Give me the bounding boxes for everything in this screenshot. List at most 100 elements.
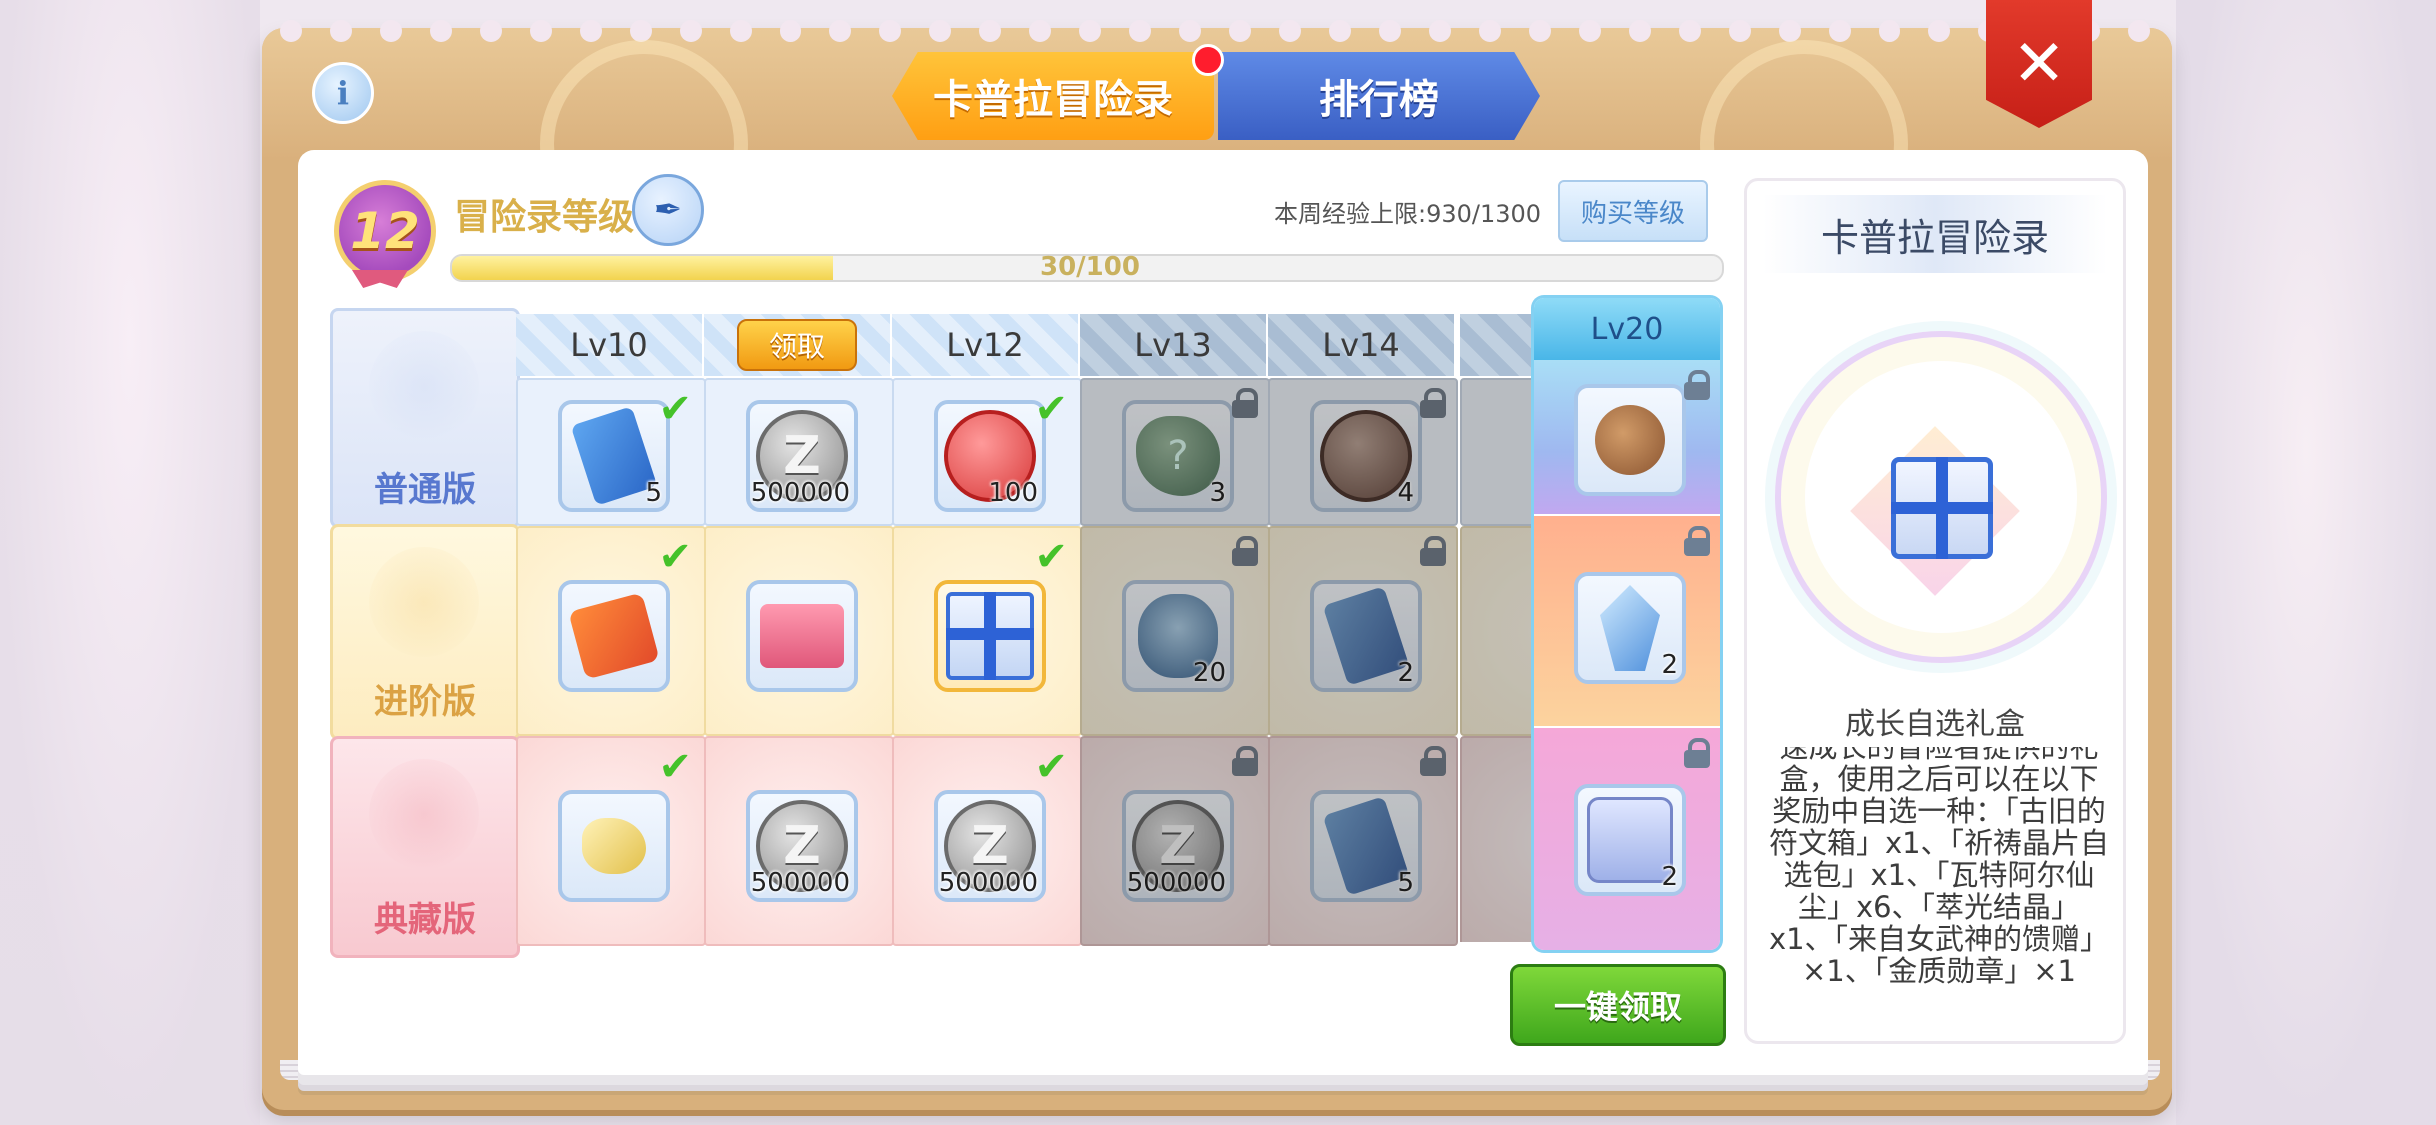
column-header-lv14: Lv14 [1268, 314, 1454, 376]
reward-collector-lv14[interactable]: 5 [1268, 736, 1458, 946]
item-count: 500000 [750, 868, 850, 898]
reward-item-selected[interactable] [934, 580, 1046, 692]
gift-box-icon [946, 592, 1034, 680]
item-description-text: 速成长的冒险者提供的礼盒，使用之后可以在以下奖励中自选一种：「古旧的符文箱」x1… [1768, 747, 2110, 988]
reward-item[interactable]: ? 3 [1122, 400, 1234, 512]
claimed-check-icon: ✔ [658, 744, 692, 790]
column-header-lv13: Lv13 [1080, 314, 1266, 376]
column-partial-lv15: L [1460, 314, 1534, 942]
claw-accessory-icon [582, 818, 646, 874]
reward-advanced-lv11[interactable] [704, 526, 894, 736]
lock-icon [1684, 738, 1710, 768]
reward-collector-lv12[interactable]: Z 500000 ✔ [892, 736, 1082, 946]
mystery-rock-icon: ? [1136, 416, 1220, 496]
reward-normal-lv13[interactable]: ? 3 [1080, 378, 1270, 526]
column-header-claim: 领取 [704, 314, 890, 376]
reward-item[interactable]: 2 [1574, 784, 1686, 896]
reward-advanced-lv13[interactable]: 20 [1080, 526, 1270, 736]
crystal-icon [1600, 585, 1660, 671]
puzzle-piece-icon [568, 592, 660, 680]
claimed-check-icon: ✔ [1034, 744, 1068, 790]
reward-advanced-lv10[interactable]: ✔ [516, 526, 706, 736]
reward-item[interactable]: Z 500000 [746, 790, 858, 902]
lock-icon [1420, 388, 1446, 418]
xp-progress-text: 30/100 [1040, 252, 1140, 282]
reward-item[interactable]: 4 [1310, 400, 1422, 512]
squirrel-pet-icon [1595, 405, 1665, 475]
tab-ranking[interactable]: 排行榜 [1218, 52, 1540, 140]
claim-button[interactable]: 领取 [737, 319, 857, 371]
level-title: 冒险录等级 [454, 197, 635, 238]
reward-collector-lv13[interactable]: Z 500000 [1080, 736, 1270, 946]
row-label-normal: 普通版 [330, 308, 520, 528]
lock-icon [1684, 526, 1710, 556]
reward-item[interactable]: 5 [1310, 790, 1422, 902]
column-header-partial: L [1460, 314, 1534, 376]
reward-collector-lv20[interactable]: 2 [1534, 728, 1720, 950]
reward-item[interactable] [558, 580, 670, 692]
lock-icon [1684, 370, 1710, 400]
item-detail-panel: 卡普拉冒险录 成长自选礼盒 速成长的冒险者提供的礼盒，使用之后可以在以下奖励中自… [1744, 178, 2126, 1044]
item-count: 5 [1397, 868, 1414, 898]
normal-crest-icon [369, 331, 479, 441]
lock-icon [1232, 388, 1258, 418]
item-count: 2 [1397, 658, 1414, 688]
tab-kapra-adventure[interactable]: 卡普拉冒险录 [892, 52, 1214, 140]
reward-collector-lv10[interactable]: ✔ [516, 736, 706, 946]
reward-item[interactable] [746, 580, 858, 692]
reward-normal-lv20[interactable] [1534, 360, 1720, 514]
item-name: 成长自选礼盒 [1845, 707, 2025, 742]
quill-icon[interactable]: ✒ [632, 174, 704, 246]
reward-advanced-lv12[interactable]: ✔ [892, 526, 1082, 736]
reward-item[interactable]: 2 [1310, 580, 1422, 692]
reward-item[interactable] [558, 790, 670, 902]
reward-normal-lv10[interactable]: 5 ✔ [516, 378, 706, 526]
item-count: 100 [988, 478, 1038, 508]
item-count: 5 [645, 478, 662, 508]
advanced-crest-icon [369, 547, 479, 657]
reward-advanced-lv14[interactable]: 2 [1268, 526, 1458, 736]
item-count: 500000 [938, 868, 1038, 898]
reward-item[interactable]: Z 500000 [746, 400, 858, 512]
reward-normal-lv14[interactable]: 4 [1268, 378, 1458, 526]
reward-advanced-lv20[interactable]: 2 [1534, 516, 1720, 726]
row-normal-text: 普通版 [374, 470, 476, 510]
reward-normal-lv11[interactable]: Z 500000 [704, 378, 894, 526]
reward-item[interactable]: 20 [1122, 580, 1234, 692]
close-icon: ✕ [2012, 27, 2066, 101]
claim-all-button[interactable]: 一键领取 [1510, 964, 1726, 1046]
column-header-lv20: Lv20 [1534, 298, 1720, 360]
reward-item[interactable]: Z 500000 [1122, 790, 1234, 902]
reward-normal-lv12[interactable]: 100 ✔ [892, 378, 1082, 526]
buy-level-button[interactable]: 购买等级 [1558, 180, 1708, 242]
lock-icon [1232, 536, 1258, 566]
column-header-lv12: Lv12 [892, 314, 1078, 376]
reward-item[interactable]: 5 [558, 400, 670, 512]
reward-normal-partial[interactable] [1460, 378, 1534, 526]
info-button[interactable]: i [312, 62, 374, 124]
reward-item[interactable] [1574, 384, 1686, 496]
reward-collector-lv11[interactable]: Z 500000 [704, 736, 894, 946]
claimed-check-icon: ✔ [658, 386, 692, 432]
row-label-collector: 典藏版 [330, 736, 520, 958]
reward-item[interactable]: 100 [934, 400, 1046, 512]
lock-icon [1420, 746, 1446, 776]
photo-folder-icon [760, 604, 844, 668]
item-count: 500000 [750, 478, 850, 508]
reward-item[interactable]: 2 [1574, 572, 1686, 684]
reward-collector-partial[interactable] [1460, 736, 1534, 942]
reward-item[interactable]: Z 500000 [934, 790, 1046, 902]
reward-advanced-partial[interactable] [1460, 526, 1534, 736]
badge-ribbon [352, 270, 408, 288]
notification-dot [1192, 44, 1224, 76]
detail-title: 卡普拉冒险录 [1763, 195, 2107, 273]
item-count: 2 [1661, 862, 1678, 892]
adventure-level-badge: 12 [330, 176, 436, 288]
item-count: 2 [1661, 650, 1678, 680]
info-icon: i [336, 74, 350, 112]
claimed-check-icon: ✔ [658, 534, 692, 580]
lock-icon [1420, 536, 1446, 566]
gift-box-large-icon [1891, 457, 1993, 559]
item-description[interactable]: 速成长的冒险者提供的礼盒，使用之后可以在以下奖励中自选一种：「古旧的符文箱」x1… [1767, 747, 2111, 1023]
item-count: 20 [1192, 658, 1226, 688]
